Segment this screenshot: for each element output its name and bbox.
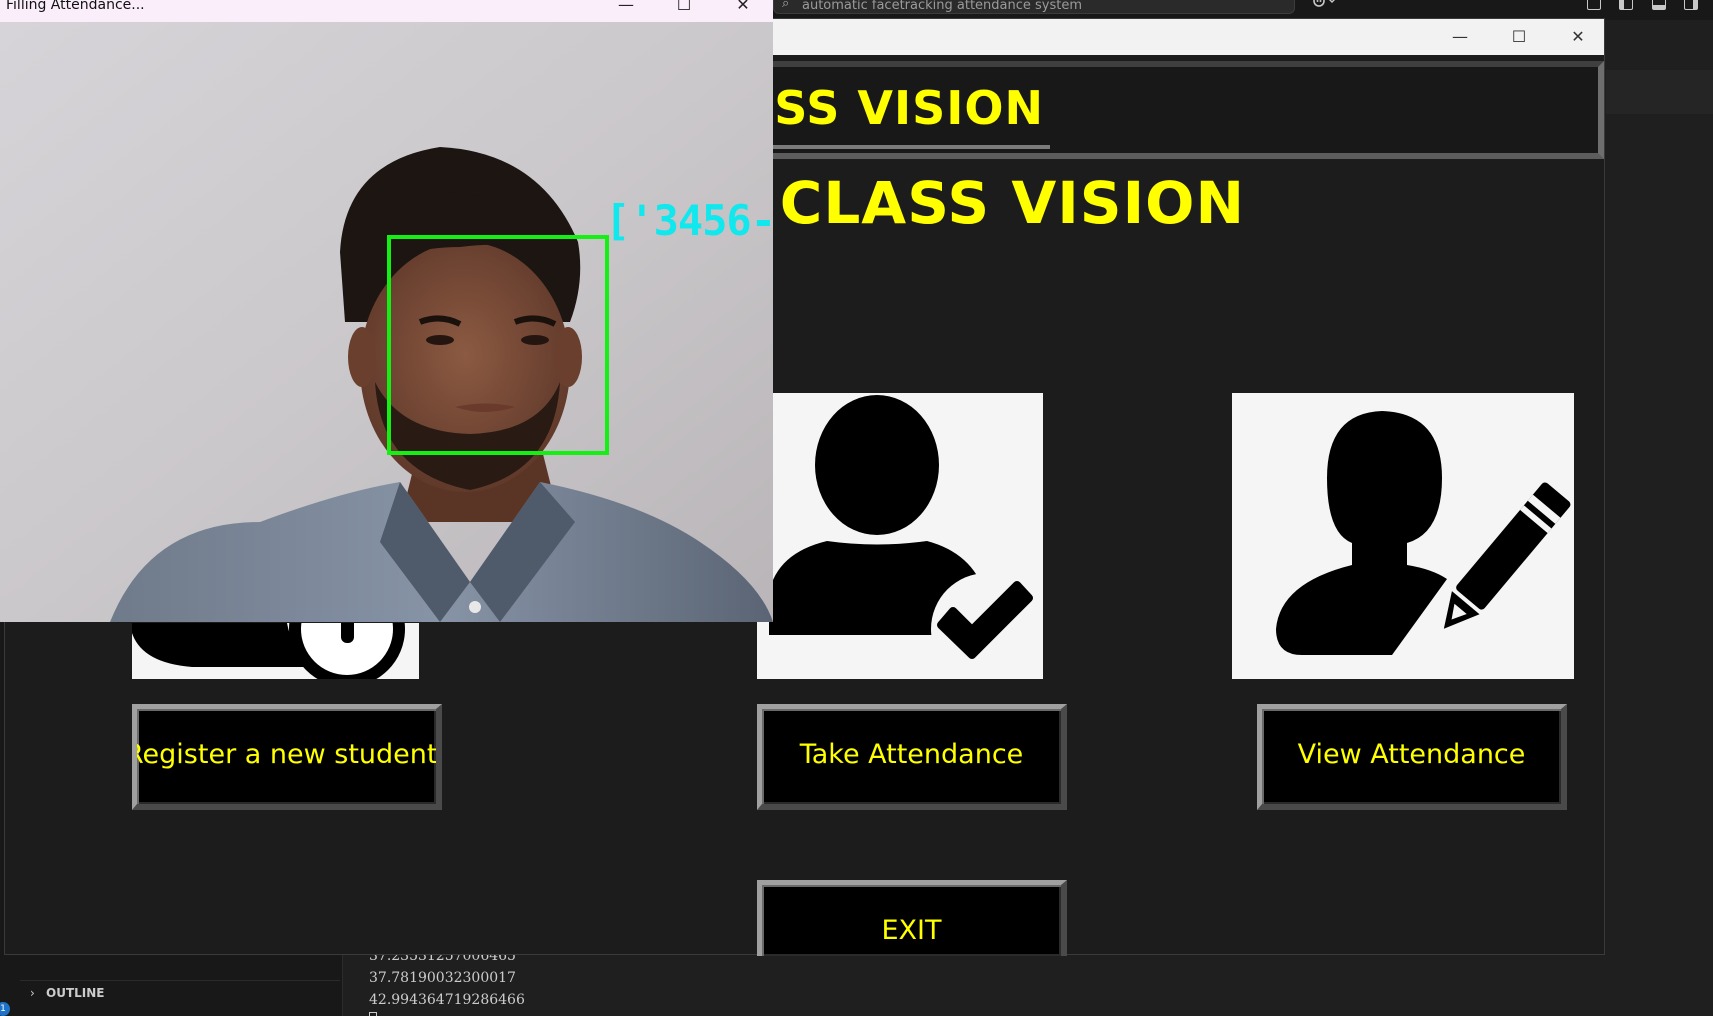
user-check-icon [769, 395, 1043, 679]
toggle-panel-icon[interactable] [1652, 0, 1666, 10]
search-icon: ⌕ [782, 0, 790, 11]
user-edit-icon [1276, 411, 1571, 655]
view-attendance-button[interactable]: View Attendance [1257, 704, 1567, 810]
command-center-search[interactable]: ⌕ automatic facetracking attendance syst… [773, 0, 1295, 14]
view-attendance-card [1232, 393, 1574, 679]
filling-attendance-window: Filling Attendance... — ☐ ✕ ['3456- [0, 0, 773, 622]
editor-tab-strip [1606, 70, 1713, 114]
toggle-sidebar-icon[interactable] [1619, 0, 1633, 10]
take-attendance-card [757, 393, 1043, 679]
terminal-line: 42.994364719286466 [369, 992, 525, 1008]
maximize-button[interactable]: ☐ [1496, 19, 1542, 55]
toggle-secondary-sidebar-icon[interactable] [1684, 0, 1698, 10]
face-detection-box [387, 235, 609, 455]
outline-label: OUTLINE [46, 986, 105, 1000]
editor-area [1606, 70, 1713, 950]
capture-window-title: Filling Attendance... [6, 0, 145, 13]
terminal-line: 37.78190032300017 [369, 970, 516, 986]
capture-window-titlebar: Filling Attendance... — ☐ ✕ [0, 0, 773, 22]
capture-minimize-button[interactable]: — [597, 0, 655, 17]
chevron-right-icon: › [30, 986, 35, 1000]
outline-section-header[interactable]: › OUTLINE [20, 980, 340, 1004]
copilot-icon[interactable] [1312, 0, 1340, 14]
capture-maximize-button[interactable]: ☐ [655, 0, 713, 17]
close-button[interactable]: ✕ [1555, 19, 1601, 55]
exit-button[interactable]: EXIT [757, 880, 1067, 956]
register-new-student-button[interactable]: Register a new student [132, 704, 442, 810]
user-add-icon [132, 623, 405, 679]
minimize-button[interactable]: — [1437, 19, 1483, 55]
customize-layout-icon[interactable] [1587, 0, 1601, 10]
capture-close-button[interactable]: ✕ [714, 0, 772, 17]
register-card [132, 623, 419, 679]
take-attendance-button[interactable]: Take Attendance [757, 704, 1067, 810]
terminal-panel[interactable]: 37.23531257006465 37.78190032300017 42.9… [342, 948, 1713, 1016]
command-center-text: automatic facetracking attendance system [802, 0, 1083, 13]
terminal-cursor [369, 1012, 377, 1016]
face-id-label: ['3456- [605, 196, 773, 245]
